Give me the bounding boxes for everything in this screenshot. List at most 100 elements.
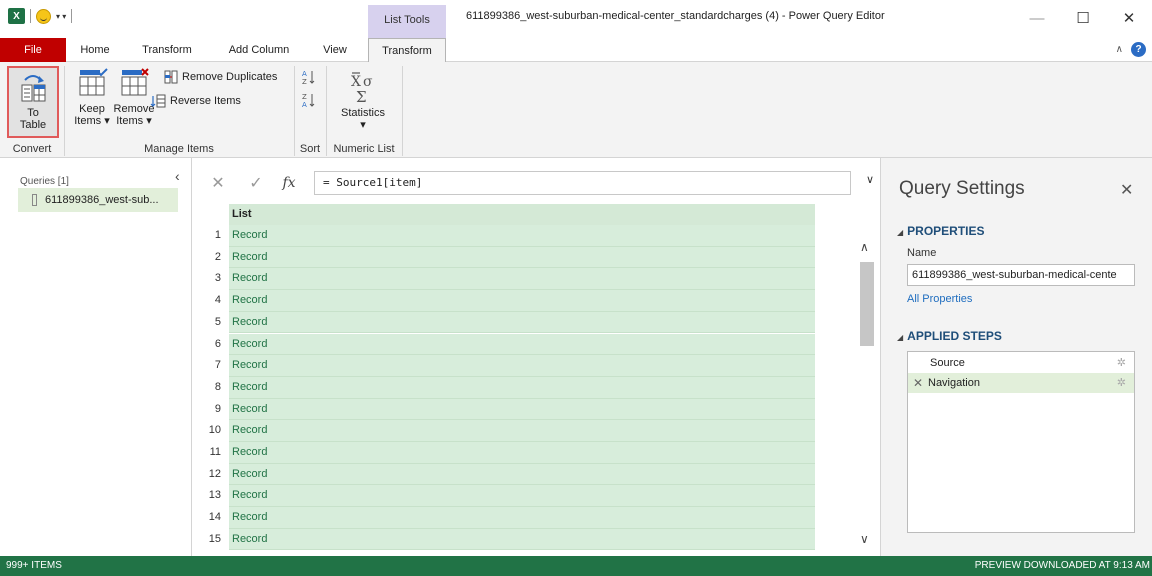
record-cell[interactable]: Record — [229, 528, 815, 551]
excel-app-icon[interactable]: X — [8, 8, 25, 24]
table-row[interactable]: 4 Record — [198, 290, 815, 312]
data-grid: List 1 Record 2 Record 3 Record 4 Record 5 Record… — [198, 204, 815, 556]
scrollbar-thumb[interactable] — [860, 262, 874, 346]
statistics-dropdown-icon: ▾ — [360, 119, 366, 131]
record-cell[interactable]: Record — [229, 442, 815, 464]
tab-home[interactable]: Home — [70, 38, 120, 62]
scroll-up-icon[interactable]: ∧ — [860, 240, 869, 254]
cancel-formula-icon[interactable]: ✕ — [206, 173, 230, 193]
applied-steps-list: Source ✲ ✕ Navigation ✲ — [907, 351, 1135, 533]
record-cell[interactable]: Record — [229, 485, 815, 508]
reverse-items-button[interactable]: Reverse Items — [150, 94, 241, 108]
preview-status: PREVIEW DOWNLOADED AT 9:13 AM — [974, 560, 1150, 571]
record-cell[interactable]: Record — [229, 246, 815, 269]
record-cell[interactable]: Record — [229, 333, 815, 356]
row-number: 11 — [209, 446, 221, 458]
table-row[interactable]: 9 Record — [198, 398, 815, 421]
expand-formula-bar-icon[interactable]: ∨ — [866, 173, 874, 186]
tab-add-column[interactable]: Add Column — [218, 38, 300, 62]
tab-view[interactable]: View — [312, 38, 358, 62]
step-navigation[interactable]: ✕ Navigation ✲ — [908, 373, 1134, 393]
remove-items-label-2: Items ▾ — [116, 115, 152, 127]
close-settings-icon[interactable]: ✕ — [1120, 180, 1133, 200]
query-settings-title: Query Settings — [899, 178, 1025, 199]
formula-input[interactable]: = Source1[item] — [314, 171, 851, 195]
tab-file[interactable]: File — [0, 38, 66, 62]
help-icon[interactable]: ? — [1131, 42, 1146, 57]
table-row[interactable]: 14 Record — [198, 507, 815, 529]
record-cell[interactable]: Record — [229, 376, 815, 399]
sort-ascending-icon: A Z — [302, 70, 315, 85]
keep-items-button[interactable]: Keep Items ▾ — [72, 68, 112, 127]
record-cell[interactable]: Record — [229, 311, 815, 334]
table-row[interactable]: 12 Record — [198, 463, 815, 486]
record-cell[interactable]: Record — [229, 420, 815, 442]
svg-text:A: A — [302, 101, 307, 108]
row-number: 2 — [214, 250, 221, 263]
table-row[interactable]: 5 Record — [198, 311, 815, 334]
table-row[interactable]: 3 Record — [198, 268, 815, 291]
row-number: 5 — [214, 315, 221, 328]
all-properties-link[interactable]: All Properties — [907, 293, 972, 305]
statistics-button[interactable]: X σ Σ Statistics ▾ — [330, 70, 396, 131]
remove-duplicates-button[interactable]: Remove Duplicates — [164, 70, 277, 84]
keep-items-icon — [79, 68, 108, 96]
sort-ascending-button[interactable]: A Z — [302, 69, 316, 85]
collapse-queries-icon[interactable]: ‹ — [175, 168, 180, 184]
table-row[interactable]: 11 Record — [198, 442, 815, 464]
query-item-label: 611899386_west-sub... — [45, 194, 159, 206]
statistics-label: Statistics — [340, 107, 385, 119]
to-table-button[interactable]: To Table — [7, 66, 59, 138]
svg-text:Z: Z — [302, 78, 307, 85]
smiley-feedback-icon[interactable] — [36, 8, 51, 24]
maximize-button[interactable]: ☐ — [1060, 0, 1106, 36]
query-item[interactable]: 611899386_west-sub... — [18, 188, 178, 212]
tab-transform[interactable]: Transform — [132, 38, 202, 62]
applied-steps-section-header[interactable]: ◢ APPLIED STEPS — [897, 329, 1002, 343]
record-cell[interactable]: Record — [229, 463, 815, 486]
query-name-field[interactable]: 611899386_west-suburban-medical-cente — [907, 264, 1135, 286]
row-number: 8 — [214, 380, 221, 393]
qat-separator — [71, 9, 73, 23]
gear-icon[interactable]: ✲ — [1117, 353, 1126, 373]
sort-descending-button[interactable]: Z A — [302, 92, 316, 108]
collapse-ribbon-icon[interactable]: ∧ — [1116, 44, 1123, 55]
record-cell[interactable]: Record — [229, 398, 815, 421]
column-header-list[interactable]: List — [229, 204, 815, 225]
queries-pane: Queries [1] ‹ 611899386_west-sub... — [0, 158, 192, 556]
table-row[interactable]: 13 Record — [198, 485, 815, 508]
close-window-button[interactable]: ✕ — [1106, 0, 1152, 36]
properties-heading: PROPERTIES — [907, 224, 985, 238]
record-cell[interactable]: Record — [229, 225, 815, 247]
minimize-button[interactable]: — — [1014, 0, 1060, 36]
table-row[interactable]: 1 Record — [198, 225, 815, 247]
confirm-formula-icon[interactable]: ✓ — [244, 173, 268, 193]
record-cell[interactable]: Record — [229, 507, 815, 529]
step-source[interactable]: Source ✲ — [908, 353, 1134, 373]
delete-step-icon[interactable]: ✕ — [913, 373, 923, 393]
gear-icon[interactable]: ✲ — [1117, 373, 1126, 393]
table-row[interactable]: 8 Record — [198, 376, 815, 399]
tab-list-transform[interactable]: Transform — [368, 38, 446, 63]
table-row[interactable]: 6 Record — [198, 333, 815, 356]
query-settings-pane: Query Settings ✕ ◢ PROPERTIES Name 611899… — [880, 158, 1152, 556]
table-row[interactable]: 7 Record — [198, 355, 815, 377]
record-cell[interactable]: Record — [229, 268, 815, 291]
table-row[interactable]: 10 Record — [198, 420, 815, 442]
qat-separator — [30, 9, 31, 23]
vertical-scrollbar[interactable]: ∧ ∨ — [858, 236, 876, 566]
keep-items-label-2: Items ▾ — [74, 115, 110, 127]
step-label: Navigation — [928, 377, 980, 389]
group-separator — [64, 66, 65, 156]
remove-duplicates-icon — [164, 70, 178, 84]
table-row[interactable]: 15 Record — [198, 528, 815, 551]
table-row[interactable]: 2 Record — [198, 246, 815, 269]
fx-icon[interactable]: fx — [278, 175, 300, 191]
record-cell[interactable]: Record — [229, 355, 815, 377]
statistics-icon: X σ Σ — [351, 72, 373, 106]
qat-dropdown-icon[interactable]: ▾ ▾ — [56, 12, 66, 21]
properties-section-header[interactable]: ◢ PROPERTIES — [897, 224, 985, 238]
scroll-down-icon[interactable]: ∨ — [860, 532, 869, 546]
row-number: 7 — [214, 359, 221, 372]
record-cell[interactable]: Record — [229, 290, 815, 312]
